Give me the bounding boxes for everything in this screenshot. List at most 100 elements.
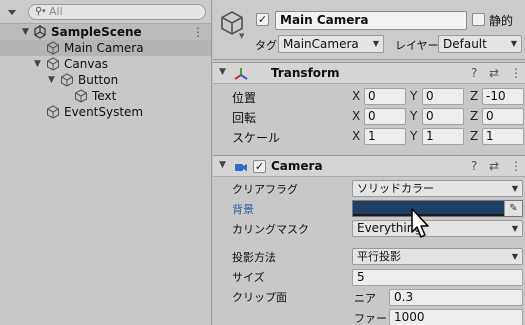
position-y-field[interactable]: 0 (422, 88, 464, 105)
axis-z-label: Z (470, 109, 479, 123)
static-label: 静的 (489, 14, 514, 28)
create-dropdown-icon[interactable] (4, 6, 20, 18)
scene-row[interactable]: ▼ SampleScene ⋮ (0, 24, 211, 40)
position-label: 位置 (232, 91, 257, 105)
gameobject-icon (61, 73, 73, 87)
clear-flags-dropdown[interactable]: ソリッドカラー ▼ (352, 180, 523, 197)
hierarchy-item-label: EventSystem (64, 105, 144, 119)
axis-z-label: Z (470, 89, 479, 103)
far-clip-field[interactable]: 1000 (389, 309, 523, 325)
gameobject-icon (47, 105, 59, 119)
hierarchy-item-text[interactable]: Text (0, 88, 211, 104)
transform-title: Transform (271, 66, 340, 80)
search-placeholder: All (49, 5, 63, 18)
help-icon[interactable]: ? (471, 159, 477, 173)
background-label: 背景 (232, 203, 254, 216)
axis-x-label: X (352, 89, 361, 103)
tag-value: MainCamera (283, 37, 359, 51)
axis-x-label: X (352, 129, 361, 143)
help-icon[interactable]: ? (471, 66, 477, 80)
size-field[interactable]: 5 (352, 269, 523, 286)
transform-axes-icon (234, 68, 248, 80)
axis-z-label: Z (470, 129, 479, 143)
dropdown-arrow-icon: ▼ (372, 39, 379, 48)
transform-component-header[interactable]: ▼ Transform ? ⇄ ⋮ (213, 62, 525, 84)
hierarchy-item-canvas[interactable]: ▼ Canvas (0, 56, 211, 72)
mouse-cursor-icon (411, 208, 429, 238)
axis-x-label: X (352, 109, 361, 123)
rotation-y-field[interactable]: 0 (422, 108, 464, 125)
projection-label: 投影方法 (232, 251, 276, 264)
camera-title: Camera (271, 159, 323, 173)
hierarchy-item-label: Text (92, 89, 117, 103)
clear-flags-label: クリアフラグ (232, 183, 298, 196)
hierarchy-item-main-camera[interactable]: Main Camera (0, 40, 211, 56)
hierarchy-item-label: Main Camera (64, 41, 144, 55)
position-z-field[interactable]: -10 (482, 88, 524, 105)
eyedropper-icon[interactable]: ✎ (504, 201, 522, 216)
axis-y-label: Y (410, 109, 418, 123)
hierarchy-item-button[interactable]: ▼ Button (0, 72, 211, 88)
active-checkbox[interactable]: ✓ (256, 13, 269, 26)
presets-icon[interactable]: ⇄ (489, 66, 499, 80)
scale-z-field[interactable]: 1 (482, 128, 524, 145)
near-label: ニア (354, 292, 376, 305)
rotation-z-field[interactable]: 0 (482, 108, 524, 125)
camera-icon (235, 164, 247, 171)
icon-dropdown-caret-icon[interactable]: ▼ (239, 32, 244, 40)
object-header: ▼ ✓ Main Camera 静的 タグ MainCamera ▼ レイヤー … (213, 0, 525, 60)
clear-flags-value: ソリッドカラー (357, 182, 434, 195)
expand-arrow-icon[interactable]: ▼ (22, 24, 29, 40)
culling-mask-dropdown[interactable]: Everything ▼ (352, 220, 523, 237)
component-menu-icon[interactable]: ⋮ (510, 159, 522, 173)
tag-label: タグ (255, 39, 277, 52)
rotation-x-field[interactable]: 0 (364, 108, 406, 125)
projection-dropdown[interactable]: 平行投影 ▼ (352, 248, 523, 265)
position-x-field[interactable]: 0 (364, 88, 406, 105)
far-label: ファー (354, 312, 387, 325)
dropdown-arrow-icon: ▼ (511, 184, 518, 193)
gameobject-icon (47, 57, 59, 71)
hierarchy-item-label: Canvas (64, 57, 109, 71)
expand-arrow-icon[interactable]: ▼ (48, 72, 55, 88)
foldout-arrow-icon[interactable]: ▼ (219, 67, 226, 77)
camera-component-header[interactable]: ▼ ✓ Camera ? ⇄ ⋮ (213, 155, 525, 177)
axis-y-label: Y (410, 89, 418, 103)
unity-scene-icon (34, 25, 46, 39)
dropdown-arrow-icon: ▼ (511, 252, 518, 261)
culling-mask-label: カリングマスク (232, 223, 309, 236)
object-name-field[interactable]: Main Camera (275, 11, 467, 30)
layer-label: レイヤー (395, 39, 439, 52)
scale-y-field[interactable]: 1 (422, 128, 464, 145)
hierarchy-search-input[interactable]: ⚲ ▾ All (28, 4, 206, 20)
presets-icon[interactable]: ⇄ (489, 159, 499, 173)
hierarchy-panel: ⚲ ▾ All ▼ SampleScene ⋮ Main Camera ▼ Ca… (0, 0, 212, 325)
gameobject-icon (47, 41, 59, 55)
size-label: サイズ (232, 271, 265, 284)
static-checkbox[interactable] (472, 13, 485, 26)
scene-name: SampleScene (51, 25, 142, 39)
foldout-arrow-icon[interactable]: ▼ (219, 160, 226, 170)
hierarchy-item-eventsystem[interactable]: EventSystem (0, 104, 211, 120)
search-filter-caret-icon[interactable]: ▾ (42, 7, 46, 15)
near-clip-field[interactable]: 0.3 (389, 289, 523, 306)
tag-dropdown[interactable]: MainCamera ▼ (278, 35, 384, 53)
scale-x-field[interactable]: 1 (364, 128, 406, 145)
background-color-field[interactable]: ✎ (352, 200, 523, 217)
hierarchy-toolbar: ⚲ ▾ All (0, 0, 211, 24)
scale-label: スケール (232, 131, 281, 145)
expand-arrow-icon[interactable]: ▼ (34, 56, 41, 72)
layer-value: Default (443, 37, 487, 51)
rotation-label: 回転 (232, 111, 257, 125)
scene-menu-icon[interactable]: ⋮ (192, 24, 204, 40)
dropdown-arrow-icon: ▼ (511, 224, 518, 233)
alpha-strip (353, 214, 522, 216)
axis-y-label: Y (410, 129, 418, 143)
dropdown-arrow-icon: ▼ (510, 39, 517, 48)
clipping-planes-label: クリップ面 (232, 291, 287, 304)
camera-enabled-checkbox[interactable]: ✓ (253, 160, 266, 173)
layer-dropdown[interactable]: Default ▼ (438, 35, 522, 53)
hierarchy-item-label: Button (78, 73, 119, 87)
inspector-panel: ▼ ✓ Main Camera 静的 タグ MainCamera ▼ レイヤー … (213, 0, 525, 325)
component-menu-icon[interactable]: ⋮ (510, 66, 522, 80)
